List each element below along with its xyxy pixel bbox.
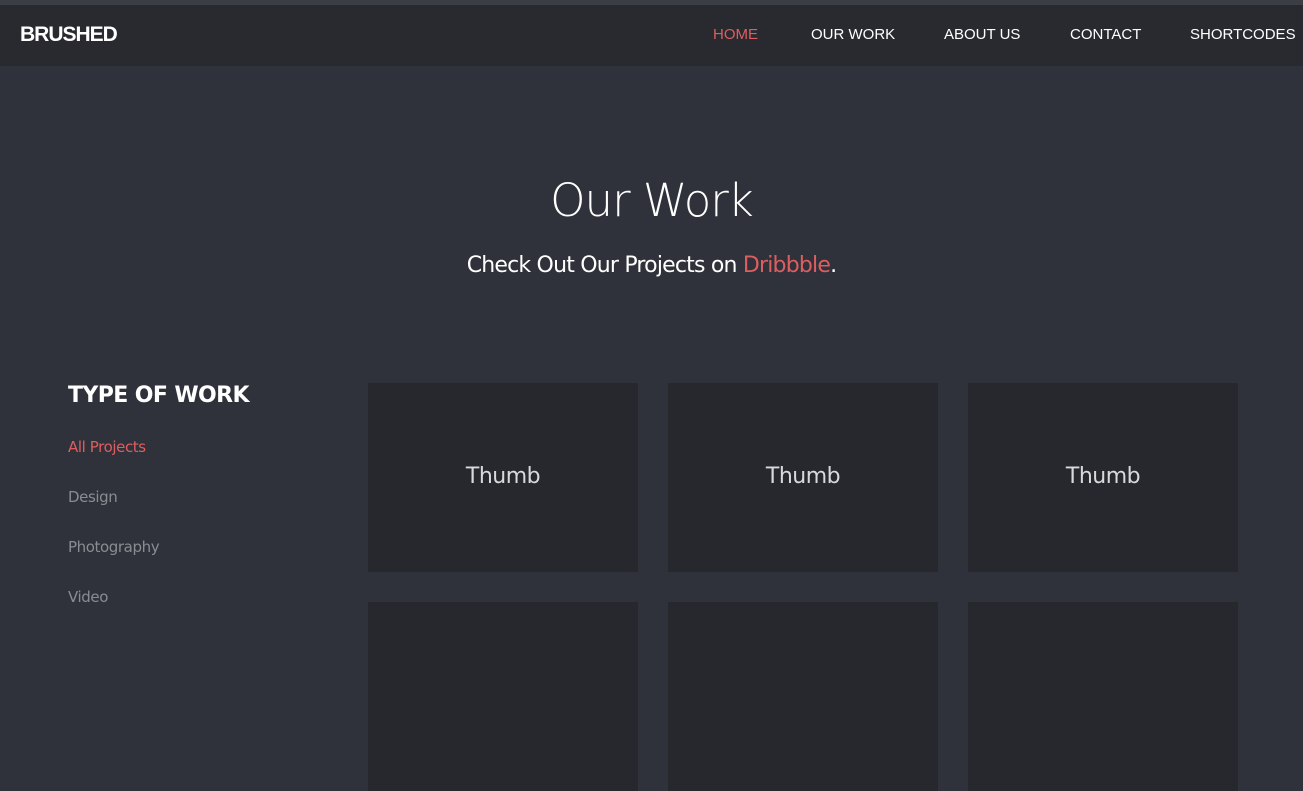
- page-subtitle: Check Out Our Projects on Dribbble.: [0, 250, 1303, 282]
- nav-item-contact[interactable]: CONTACT: [1070, 26, 1141, 44]
- navbar: BRUSHED HOME OUR WORK ABOUT US CONTACT S…: [0, 5, 1303, 66]
- project-thumb[interactable]: [368, 602, 638, 791]
- nav-item-home[interactable]: HOME: [713, 26, 758, 44]
- filter-photography[interactable]: Photography: [68, 537, 160, 557]
- nav-item-our-work[interactable]: OUR WORK: [811, 26, 895, 44]
- dribbble-link[interactable]: Dribbble: [743, 253, 831, 278]
- page-title: Our Work: [550, 174, 754, 227]
- nav-item-about-us[interactable]: ABOUT US: [944, 26, 1020, 44]
- project-thumb[interactable]: Thumb: [968, 383, 1238, 572]
- project-thumb[interactable]: Thumb: [668, 383, 938, 572]
- filter-video[interactable]: Video: [68, 587, 108, 607]
- nav-item-shortcodes[interactable]: SHORTCODES: [1190, 26, 1296, 44]
- thumb-label: Thumb: [1065, 464, 1141, 489]
- filter-heading: TYPE OF WORK: [68, 383, 250, 408]
- filter-all-projects[interactable]: All Projects: [68, 437, 146, 457]
- filter-design[interactable]: Design: [68, 487, 118, 507]
- subtitle-period: .: [830, 253, 837, 278]
- site-logo[interactable]: BRUSHED: [20, 23, 118, 47]
- project-thumb[interactable]: [668, 602, 938, 791]
- project-thumb[interactable]: [968, 602, 1238, 791]
- thumb-label: Thumb: [465, 464, 541, 489]
- subtitle-text: Check Out Our Projects on: [466, 253, 743, 278]
- thumb-label: Thumb: [765, 464, 841, 489]
- project-thumb[interactable]: Thumb: [368, 383, 638, 572]
